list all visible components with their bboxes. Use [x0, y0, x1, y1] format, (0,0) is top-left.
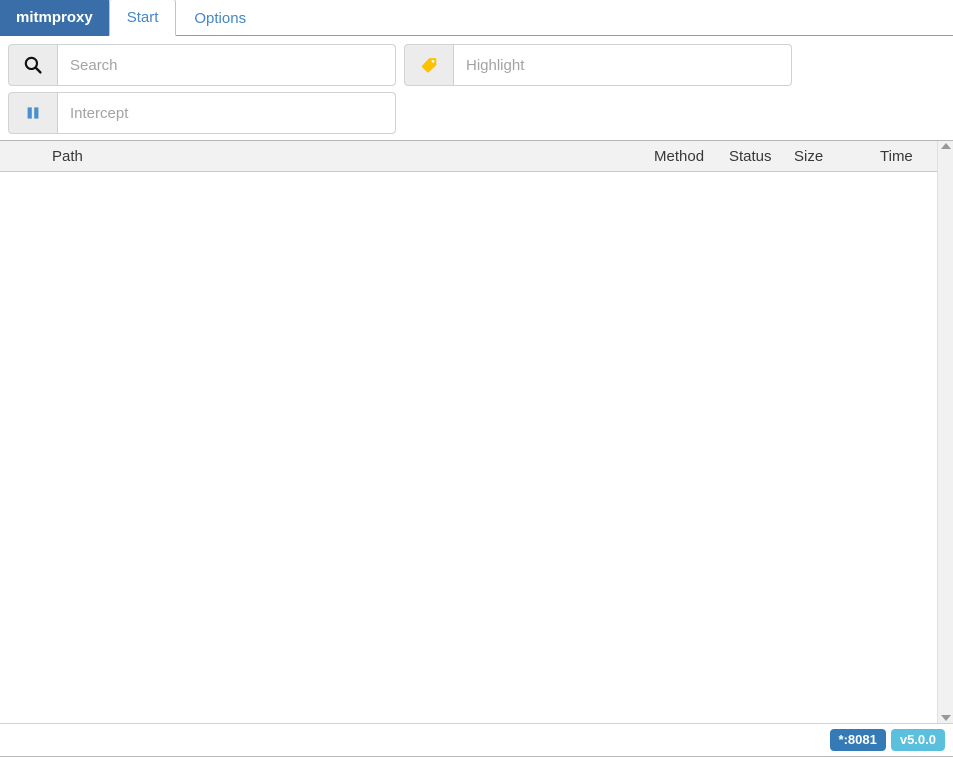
main-tab-bar: mitmproxy Start Options [0, 0, 264, 36]
column-header-method[interactable]: Method [654, 148, 704, 165]
flow-table: Path Method Status Size Time [0, 141, 937, 723]
scrollbar-track[interactable] [938, 149, 953, 715]
mitmproxy-web-app: mitmproxy Start Options Search Highlight… [0, 0, 953, 757]
intercept-filter-group [8, 92, 396, 134]
intercept-icon-button[interactable] [8, 92, 57, 134]
brand-mitmproxy[interactable]: mitmproxy [0, 0, 109, 36]
search-icon-button[interactable] [8, 44, 57, 86]
tab-options[interactable]: Options [176, 0, 264, 36]
highlight-icon-button[interactable] [404, 44, 453, 86]
column-header-size[interactable]: Size [794, 148, 823, 165]
intercept-input[interactable] [57, 92, 396, 134]
column-header-time[interactable]: Time [880, 148, 913, 165]
highlight-filter-group [404, 44, 792, 86]
flow-table-scrollbar[interactable] [937, 141, 953, 723]
search-input[interactable] [57, 44, 396, 86]
filter-toolbar [0, 36, 953, 140]
flow-table-body [0, 172, 937, 723]
toolbar-row-primary [8, 44, 945, 86]
column-header-path[interactable]: Path [52, 148, 83, 165]
chevron-down-icon[interactable] [940, 715, 951, 721]
version-badge: v5.0.0 [890, 729, 945, 751]
status-footer: *:8081 v5.0.0 [0, 723, 953, 757]
search-filter-group [8, 44, 396, 86]
tag-icon [421, 58, 437, 73]
proxy-port-badge: *:8081 [829, 729, 886, 751]
column-header-status[interactable]: Status [729, 148, 772, 165]
flow-table-container: Path Method Status Size Time [0, 140, 953, 723]
highlight-input[interactable] [453, 44, 792, 86]
tab-start[interactable]: Start [108, 0, 177, 36]
flow-table-header-row: Path Method Status Size Time [0, 141, 937, 172]
app-header: mitmproxy Start Options [0, 0, 953, 36]
search-icon [24, 56, 42, 74]
toolbar-row-secondary [8, 92, 945, 134]
pause-icon [27, 107, 39, 119]
